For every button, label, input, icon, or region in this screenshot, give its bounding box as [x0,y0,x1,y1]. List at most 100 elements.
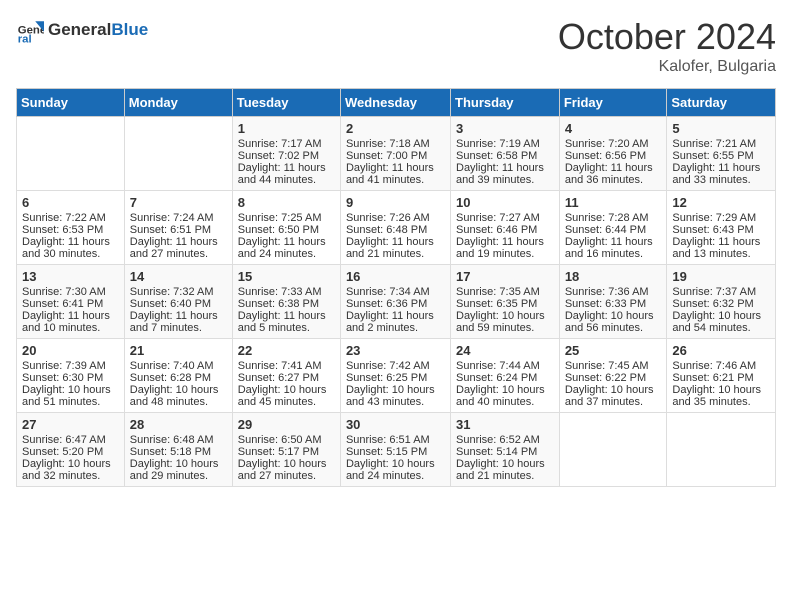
day-number: 9 [346,195,445,210]
table-row [17,117,125,191]
table-row: 16Sunrise: 7:34 AMSunset: 6:36 PMDayligh… [340,265,450,339]
sunrise: Sunrise: 7:28 AM [565,212,649,224]
sunrise: Sunrise: 7:35 AM [456,286,540,298]
week-row-3: 13Sunrise: 7:30 AMSunset: 6:41 PMDayligh… [17,265,776,339]
sunset: Sunset: 6:30 PM [22,372,103,384]
sunrise: Sunrise: 7:39 AM [22,360,106,372]
daylight: Daylight: 11 hours and 7 minutes. [130,310,218,334]
logo-text: GeneralBlue [48,21,148,40]
day-number: 11 [565,195,662,210]
sunset: Sunset: 5:17 PM [238,446,319,458]
page-header: Gene ral GeneralBlue October 2024 Kalofe… [16,16,776,76]
table-row: 21Sunrise: 7:40 AMSunset: 6:28 PMDayligh… [124,339,232,413]
day-number: 8 [238,195,335,210]
sunrise: Sunrise: 7:37 AM [672,286,756,298]
table-row: 31Sunrise: 6:52 AMSunset: 5:14 PMDayligh… [451,413,560,487]
day-number: 14 [130,269,227,284]
sunrise: Sunrise: 7:22 AM [22,212,106,224]
day-number: 4 [565,121,662,136]
week-row-4: 20Sunrise: 7:39 AMSunset: 6:30 PMDayligh… [17,339,776,413]
header-wednesday: Wednesday [340,89,450,117]
week-row-1: 1Sunrise: 7:17 AMSunset: 7:02 PMDaylight… [17,117,776,191]
sunrise: Sunrise: 7:33 AM [238,286,322,298]
daylight: Daylight: 11 hours and 33 minutes. [672,162,760,186]
sunset: Sunset: 6:27 PM [238,372,319,384]
daylight: Daylight: 11 hours and 19 minutes. [456,236,544,260]
table-row: 19Sunrise: 7:37 AMSunset: 6:32 PMDayligh… [667,265,776,339]
table-row: 9Sunrise: 7:26 AMSunset: 6:48 PMDaylight… [340,191,450,265]
sunrise: Sunrise: 7:20 AM [565,138,649,150]
daylight: Daylight: 10 hours and 24 minutes. [346,458,435,482]
day-number: 28 [130,417,227,432]
table-row: 22Sunrise: 7:41 AMSunset: 6:27 PMDayligh… [232,339,340,413]
table-row: 10 Sunrise: 7:27 AMSunset: 6:46 PMDayligh… [451,191,560,265]
sunrise: Sunrise: 7:27 AM [456,212,540,224]
daylight: Daylight: 10 hours and 21 minutes. [456,458,545,482]
daylight: Daylight: 11 hours and 36 minutes. [565,162,653,186]
sunrise: Sunrise: 6:50 AM [238,434,322,446]
header-tuesday: Tuesday [232,89,340,117]
sunset: Sunset: 6:25 PM [346,372,427,384]
sunset: Sunset: 5:15 PM [346,446,427,458]
table-row: 12Sunrise: 7:29 AMSunset: 6:43 PMDayligh… [667,191,776,265]
table-row: 18Sunrise: 7:36 AMSunset: 6:33 PMDayligh… [559,265,667,339]
sunrise: Sunrise: 7:24 AM [130,212,214,224]
sunset: Sunset: 6:38 PM [238,298,319,310]
table-row: 20Sunrise: 7:39 AMSunset: 6:30 PMDayligh… [17,339,125,413]
sunset: Sunset: 6:36 PM [346,298,427,310]
sunset: Sunset: 5:20 PM [22,446,103,458]
header-thursday: Thursday [451,89,560,117]
calendar-table: Sunday Monday Tuesday Wednesday Thursday… [16,88,776,487]
sunrise: Sunrise: 7:21 AM [672,138,756,150]
sunset: Sunset: 6:56 PM [565,150,646,162]
daylight: Daylight: 10 hours and 45 minutes. [238,384,327,408]
daylight: Daylight: 10 hours and 51 minutes. [22,384,111,408]
logo: Gene ral GeneralBlue [16,16,148,44]
logo-icon: Gene ral [16,16,44,44]
calendar-title: October 2024 [558,16,776,58]
daylight: Daylight: 11 hours and 27 minutes. [130,236,218,260]
day-number: 15 [238,269,335,284]
day-number: 26 [672,343,770,358]
day-number: 1 [238,121,335,136]
calendar-location: Kalofer, Bulgaria [558,58,776,76]
daylight: Daylight: 10 hours and 40 minutes. [456,384,545,408]
daylight: Daylight: 10 hours and 32 minutes. [22,458,111,482]
table-row [667,413,776,487]
sunset: Sunset: 6:24 PM [456,372,537,384]
day-number: 27 [22,417,119,432]
sunrise: Sunrise: 7:25 AM [238,212,322,224]
table-row: 4 Sunrise: 7:20 AMSunset: 6:56 PMDaylight… [559,117,667,191]
sunset: Sunset: 5:18 PM [130,446,211,458]
table-row: 15Sunrise: 7:33 AMSunset: 6:38 PMDayligh… [232,265,340,339]
daylight: Daylight: 11 hours and 10 minutes. [22,310,110,334]
sunrise: Sunrise: 7:34 AM [346,286,430,298]
table-row: 5Sunrise: 7:21 AMSunset: 6:55 PMDaylight… [667,117,776,191]
weekday-header-row: Sunday Monday Tuesday Wednesday Thursday… [17,89,776,117]
table-row: 11Sunrise: 7:28 AMSunset: 6:44 PMDayligh… [559,191,667,265]
daylight: Daylight: 10 hours and 35 minutes. [672,384,761,408]
sunrise: Sunrise: 6:52 AM [456,434,540,446]
table-row: 25Sunrise: 7:45 AMSunset: 6:22 PMDayligh… [559,339,667,413]
daylight: Daylight: 11 hours and 44 minutes. [238,162,326,186]
header-monday: Monday [124,89,232,117]
table-row: 28Sunrise: 6:48 AMSunset: 5:18 PMDayligh… [124,413,232,487]
week-row-5: 27Sunrise: 6:47 AMSunset: 5:20 PMDayligh… [17,413,776,487]
sunset: Sunset: 6:33 PM [565,298,646,310]
sunrise: Sunrise: 7:29 AM [672,212,756,224]
daylight: Daylight: 11 hours and 13 minutes. [672,236,760,260]
sunset: Sunset: 6:53 PM [22,224,103,236]
daylight: Daylight: 10 hours and 54 minutes. [672,310,761,334]
daylight: Daylight: 10 hours and 56 minutes. [565,310,654,334]
day-number: 21 [130,343,227,358]
daylight: Daylight: 10 hours and 37 minutes. [565,384,654,408]
table-row: 2Sunrise: 7:18 AMSunset: 7:00 PMDaylight… [340,117,450,191]
sunset: Sunset: 6:35 PM [456,298,537,310]
day-number: 18 [565,269,662,284]
svg-text:ral: ral [18,33,32,44]
table-row: 1Sunrise: 7:17 AMSunset: 7:02 PMDaylight… [232,117,340,191]
sunset: Sunset: 6:55 PM [672,150,753,162]
day-number: 10 [456,195,554,210]
daylight: Daylight: 11 hours and 2 minutes. [346,310,434,334]
sunset: Sunset: 6:46 PM [456,224,537,236]
